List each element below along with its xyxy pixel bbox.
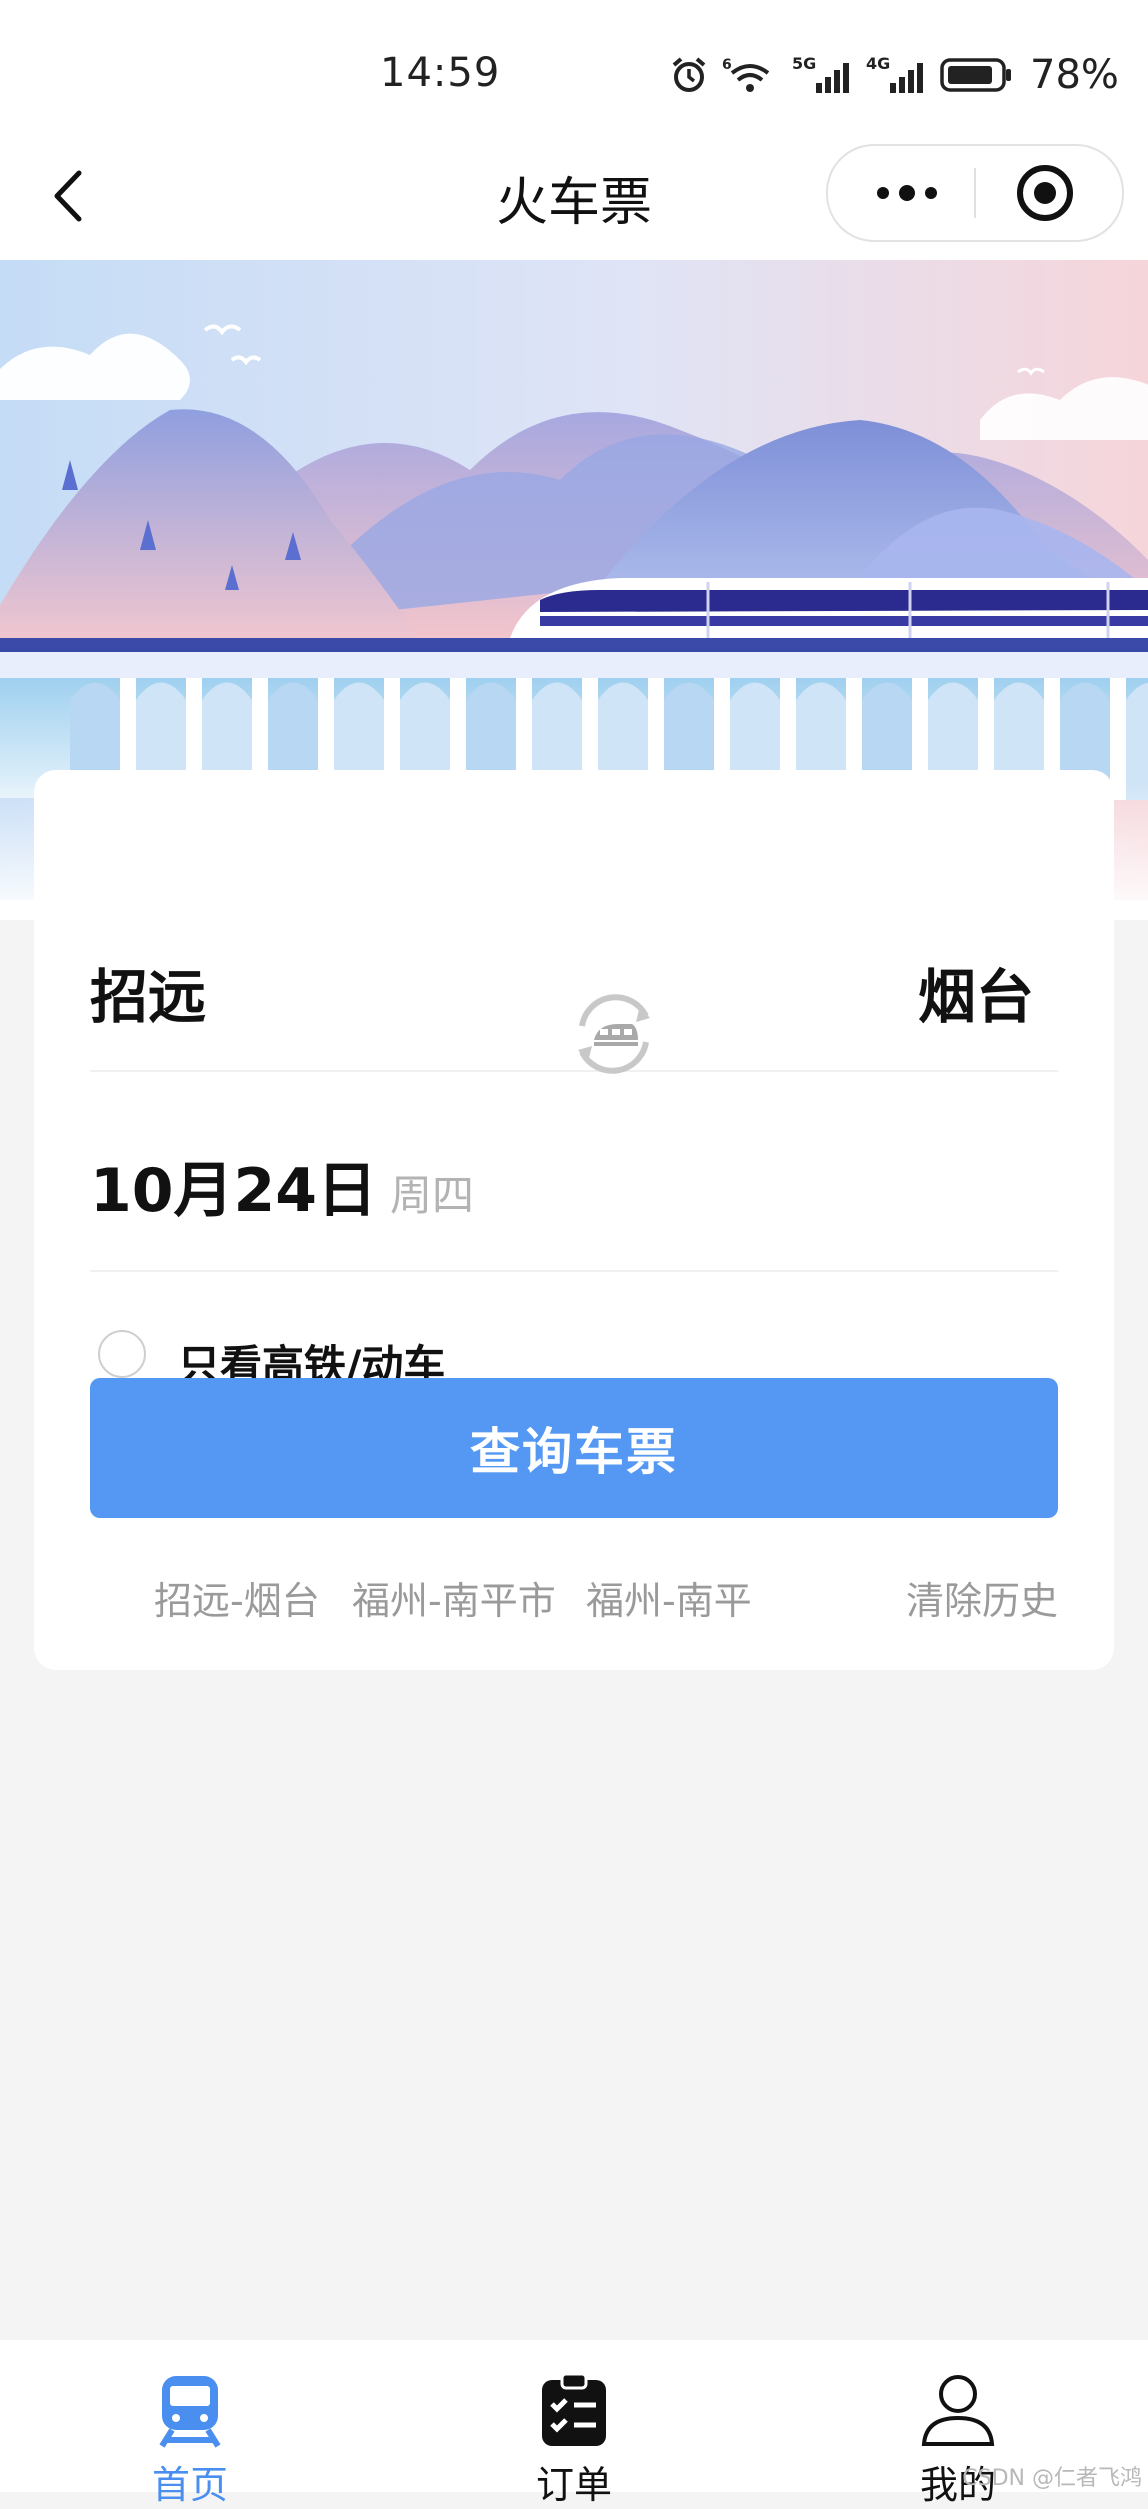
station-row: 招远 烟台 [90,880,1058,1074]
status-time: 14:59 [380,50,501,96]
departure-date: 10月24日 [90,1156,377,1226]
wifi-6-label: 6 [722,57,732,73]
train-icon [150,2370,230,2450]
date-row[interactable]: 10月24日 周四 [90,1070,1058,1272]
history-item[interactable]: 福州-南平市 [352,1570,556,1625]
watermark: CSDN @仁者飞鸿 [962,2466,1142,2491]
clipboard-checklist-icon [534,2370,614,2450]
signal-4g-label: 4G [866,55,890,73]
battery-icon [940,58,1011,92]
tab-home-label: 首页 [151,2463,228,2507]
user-icon [918,2370,998,2450]
departure-weekday: 周四 [390,1171,475,1220]
battery-percent: 78% [1030,52,1119,98]
target-circle-icon [1017,165,1073,221]
high-speed-radio[interactable] [98,1330,146,1378]
signal-4g-icon: 4G [866,55,923,93]
history-item[interactable]: 福州-南平 [586,1570,752,1625]
train-graphic [510,578,1148,640]
history-item[interactable]: 招远-烟台 [154,1570,320,1625]
status-bar: 14:59 6 5G 4G 78% [0,0,1148,150]
more-dots-icon [877,185,937,201]
tab-orders-label: 订单 [535,2463,612,2507]
search-tickets-button[interactable]: 查询车票 [90,1378,1058,1518]
close-miniprogram-button[interactable] [990,160,1100,226]
clear-history-button[interactable]: 清除历史 [906,1570,1058,1625]
miniprogram-capsule [826,144,1124,242]
signal-5g-label: 5G [792,55,816,73]
arrival-station[interactable]: 烟台 [918,950,1034,1034]
status-icons: 6 5G 4G 78% [670,52,1119,98]
alarm-icon [672,57,706,92]
more-button[interactable] [852,160,962,226]
search-history: 招远-烟台 福州-南平市 福州-南平 清除历史 [90,1570,1058,1630]
departure-station[interactable]: 招远 [90,950,206,1034]
tab-home[interactable]: 首页 [90,2370,290,2507]
signal-5g-icon: 5G [792,55,849,93]
ticket-search-card: 招远 烟台 10月24日 周四 只看高铁/动车 查询车票 招远-烟台 福州-南平… [34,770,1114,1670]
capsule-divider [974,168,976,218]
nav-bar: 火车票 [0,130,1148,260]
wifi-icon: 6 [722,57,770,92]
tab-orders[interactable]: 订单 [474,2370,674,2507]
